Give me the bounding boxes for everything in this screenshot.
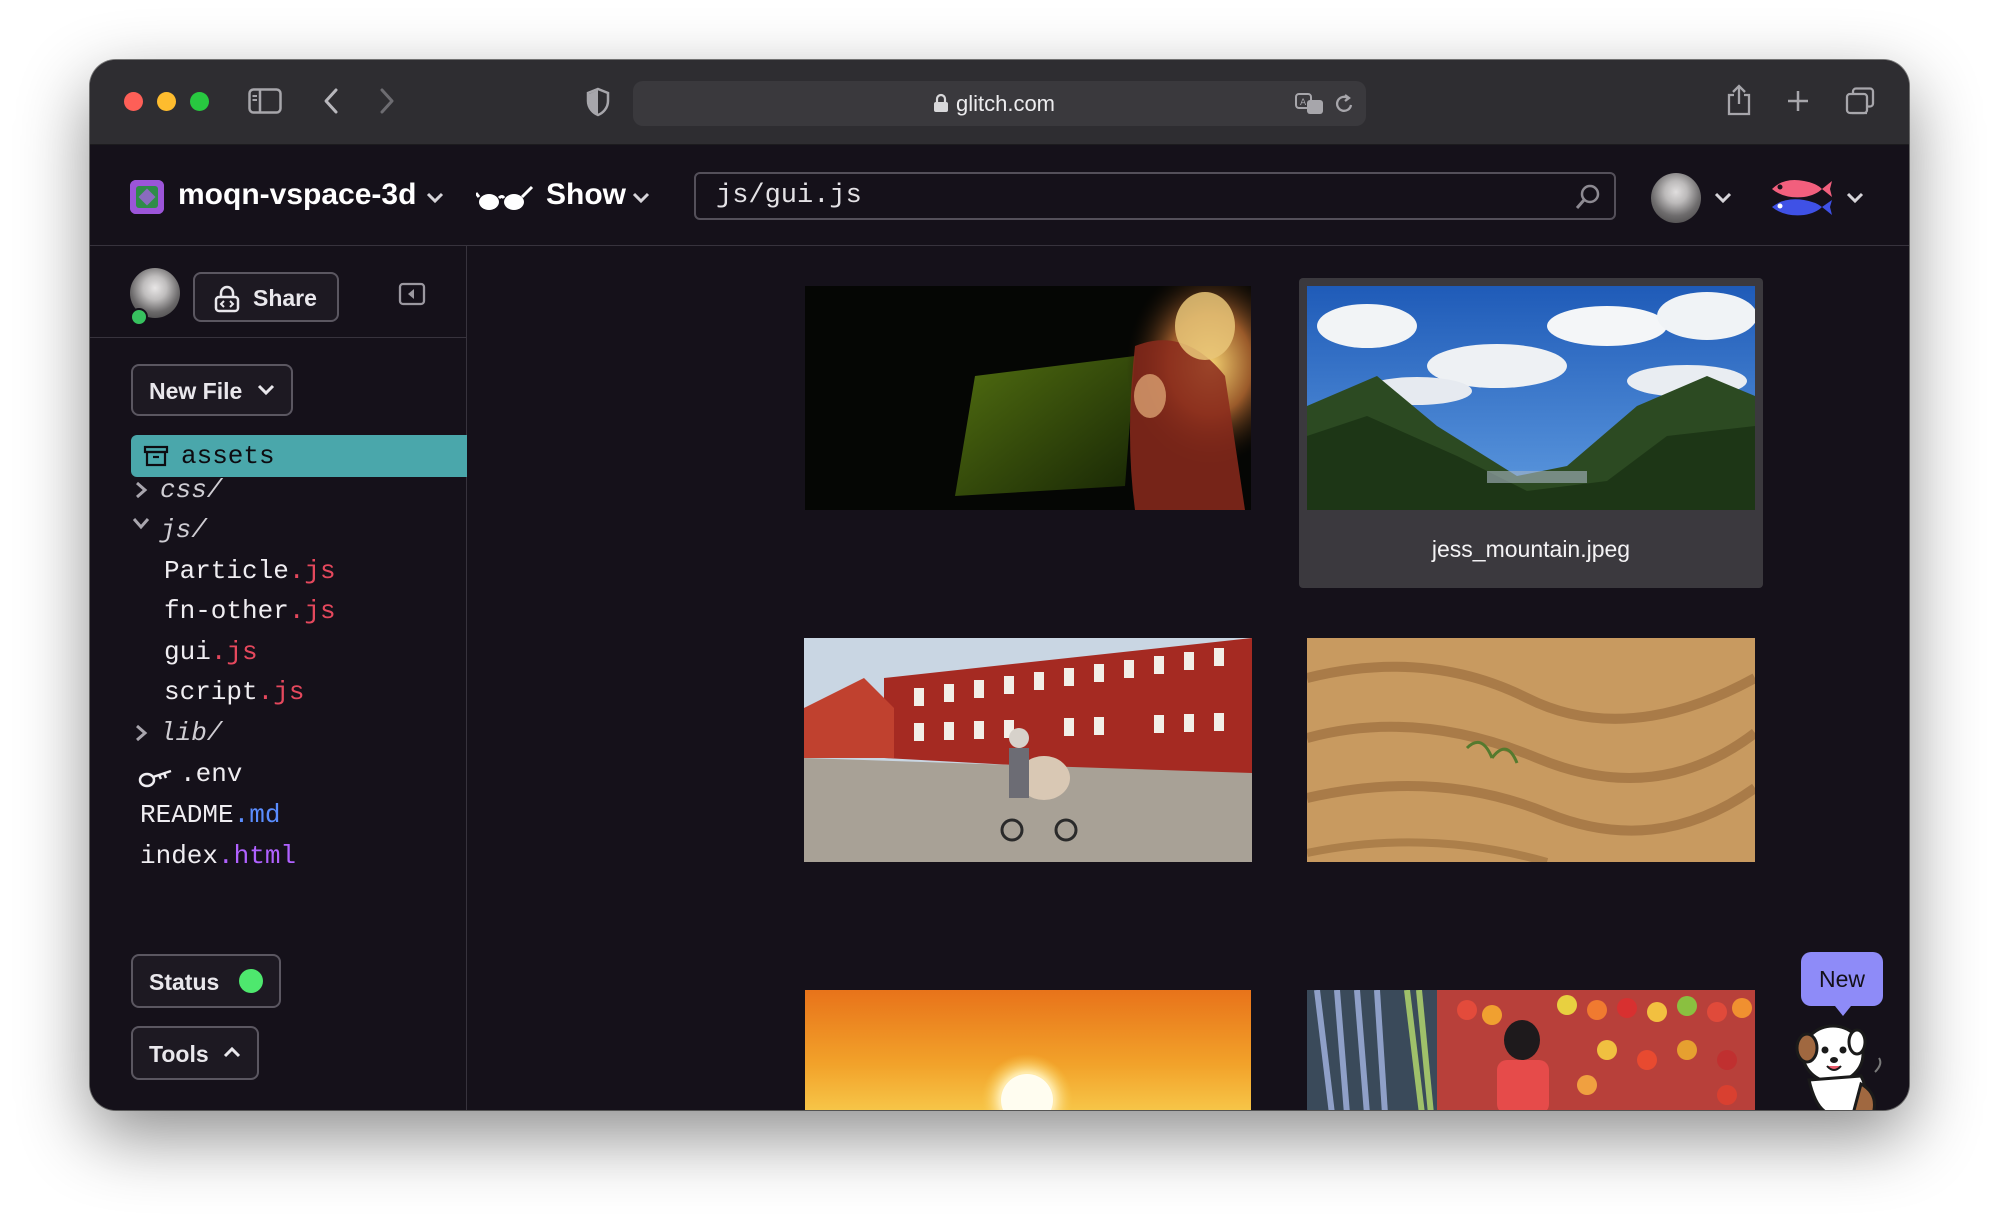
glitch-dog-mascot-icon[interactable] — [1787, 1014, 1887, 1110]
glitch-fish-logo-icon[interactable] — [1766, 175, 1834, 221]
file-ext: .js — [210, 637, 258, 667]
share-page-icon[interactable] — [1726, 84, 1752, 116]
privacy-shield-icon[interactable] — [585, 87, 611, 117]
asset-image-portrait[interactable] — [805, 286, 1251, 510]
browser-toolbar: glitch.com A — [90, 60, 1909, 145]
search-icon[interactable] — [1574, 183, 1602, 211]
asset-image-sand[interactable] — [1307, 638, 1755, 862]
sunglasses-icon — [476, 185, 534, 210]
file-search-value: js/gui.js — [716, 181, 862, 211]
asset-card-hovered[interactable]: jess_mountain.jpeg — [1299, 278, 1763, 588]
tree-file-particle[interactable]: Particle.js — [164, 551, 336, 591]
asset-image-mountain[interactable] — [1307, 286, 1755, 510]
file-ext: .js — [257, 677, 305, 707]
tree-folder-lib[interactable]: lib/ — [160, 713, 222, 753]
status-ok-dot — [239, 969, 263, 993]
file-ext: .html — [218, 841, 297, 871]
translate-icon[interactable]: A — [1295, 92, 1325, 116]
share-label: Share — [253, 285, 317, 311]
new-file-label: New File — [149, 378, 243, 404]
file-name: README — [140, 800, 234, 830]
chevron-down-icon[interactable] — [132, 516, 150, 530]
assets-panel: jess_mountain.jpeg New — [467, 246, 1909, 1110]
new-features-badge[interactable]: New — [1801, 952, 1883, 1016]
forward-icon[interactable] — [378, 87, 396, 115]
file-ext: .js — [288, 556, 336, 586]
collapse-sidebar-icon[interactable] — [398, 282, 426, 306]
file-name: gui — [164, 637, 211, 667]
file-ext: .js — [288, 596, 336, 626]
file-name: index — [140, 841, 219, 871]
share-button[interactable]: Share — [193, 272, 339, 322]
divider — [90, 337, 466, 338]
back-icon[interactable] — [322, 87, 340, 115]
chevron-down-icon — [257, 384, 275, 396]
tools-button[interactable]: Tools — [131, 1026, 259, 1080]
chevron-right-icon[interactable] — [134, 481, 148, 499]
tree-file-fn-other[interactable]: fn-other.js — [164, 591, 336, 631]
svg-text:A: A — [1300, 98, 1307, 108]
sidebar-toggle-icon[interactable] — [248, 88, 282, 114]
user-avatar[interactable] — [1651, 173, 1701, 223]
user-menu-chevron-down-icon[interactable] — [1714, 192, 1732, 204]
asset-image-sunset[interactable] — [805, 990, 1251, 1110]
tree-folder-js[interactable]: js/ — [160, 510, 207, 550]
env-key-icon — [138, 769, 172, 788]
chevron-up-icon — [223, 1046, 241, 1058]
url-text: glitch.com — [955, 91, 1056, 116]
show-menu-chevron-down-icon[interactable] — [632, 192, 650, 204]
resources-menu-chevron-down-icon[interactable] — [1846, 192, 1864, 204]
file-name: script — [164, 677, 258, 707]
close-window-button[interactable] — [124, 92, 143, 111]
tree-file-index[interactable]: index.html — [140, 836, 296, 876]
file-search-input[interactable]: js/gui.js — [694, 172, 1616, 220]
address-bar[interactable]: glitch.com A — [633, 81, 1366, 126]
asset-filename: jess_mountain.jpeg — [1431, 536, 1631, 562]
chevron-right-icon[interactable] — [134, 724, 148, 742]
show-label[interactable]: Show — [546, 178, 626, 212]
file-name: fn-other — [164, 596, 289, 626]
status-button[interactable]: Status — [131, 954, 281, 1008]
reload-icon[interactable] — [1333, 92, 1355, 116]
browser-window: glitch.com A moqn-vspace-3d Show js/gui.… — [90, 60, 1909, 1110]
new-tab-icon[interactable] — [1786, 89, 1810, 113]
file-sidebar: Share New File assets css/ js/ Particle.… — [90, 246, 467, 1110]
tree-file-env[interactable]: .env — [180, 754, 242, 794]
editor-header: moqn-vspace-3d Show js/gui.js — [90, 145, 1909, 246]
asset-image-street[interactable] — [804, 638, 1252, 862]
project-name[interactable]: moqn-vspace-3d — [178, 178, 416, 212]
file-name: Particle — [164, 556, 289, 586]
tree-file-readme[interactable]: README.md — [140, 795, 280, 835]
project-menu-chevron-down-icon[interactable] — [426, 192, 444, 204]
tree-file-gui[interactable]: gui.js — [164, 632, 258, 672]
tree-folder-css[interactable]: css/ — [160, 470, 222, 510]
assets-box-icon — [143, 445, 169, 467]
lock-code-icon — [214, 285, 240, 313]
minimize-window-button[interactable] — [157, 92, 176, 111]
status-label: Status — [149, 969, 220, 995]
project-avatar[interactable] — [130, 180, 164, 214]
asset-image-market[interactable] — [1307, 990, 1755, 1110]
file-ext: .md — [233, 800, 281, 830]
new-file-button[interactable]: New File — [131, 364, 293, 416]
tools-label: Tools — [149, 1041, 209, 1067]
online-indicator — [130, 308, 148, 326]
zoom-window-button[interactable] — [190, 92, 209, 111]
tab-overview-icon[interactable] — [1845, 87, 1875, 115]
tree-file-script[interactable]: script.js — [164, 672, 304, 712]
